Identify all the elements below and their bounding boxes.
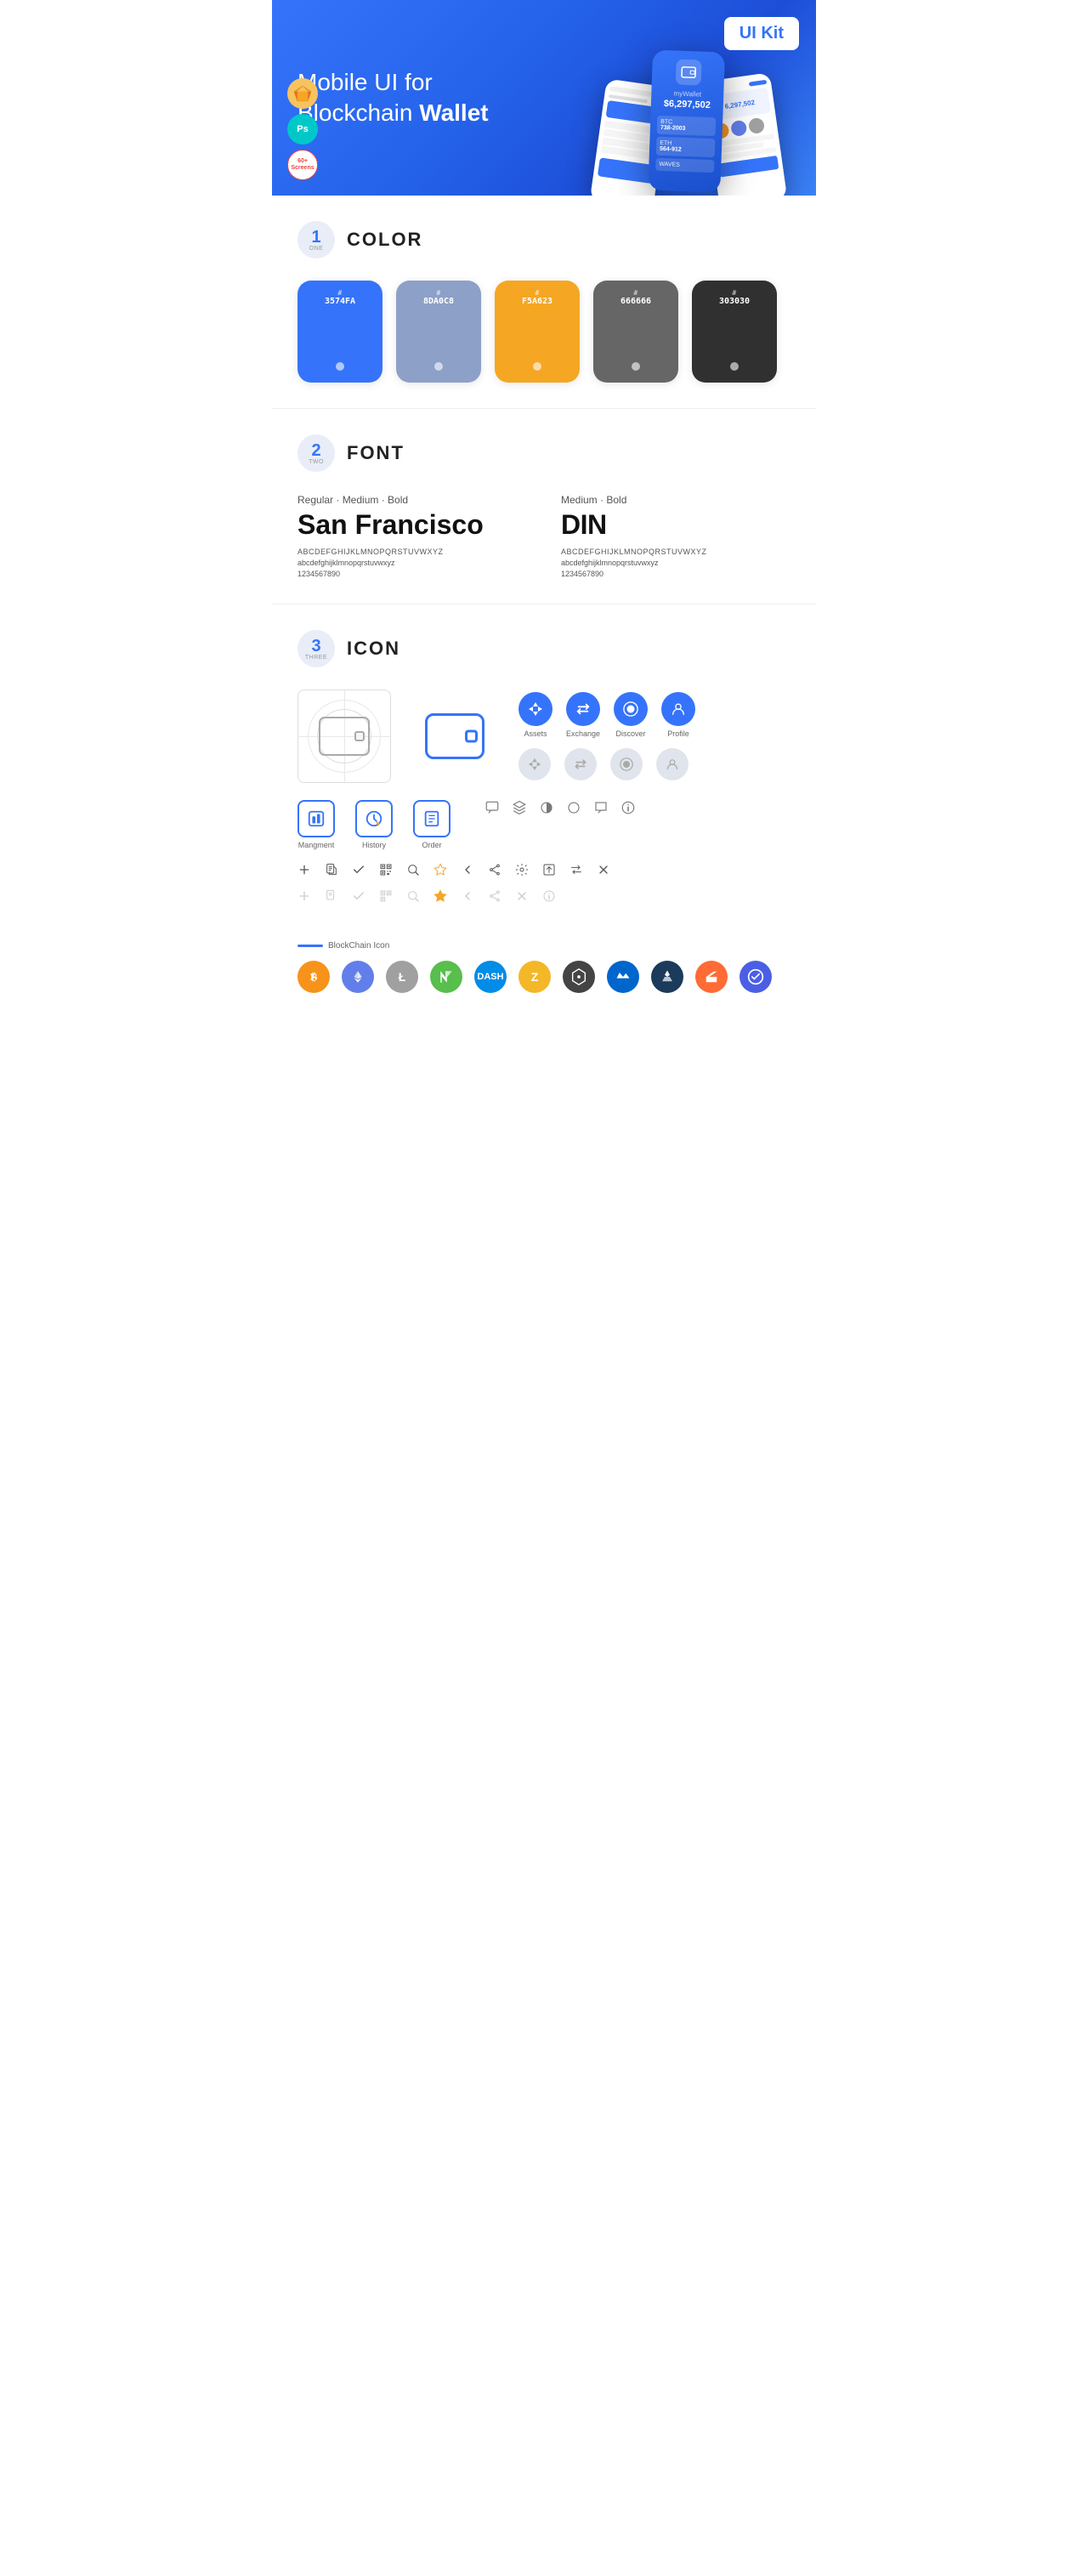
profile-icon — [661, 692, 695, 726]
zrx-icon — [695, 961, 728, 993]
history-icon — [355, 800, 393, 837]
discover-icon — [614, 692, 648, 726]
bottom-nav-history: History — [355, 800, 393, 849]
color-swatch-orange: # F5A623 — [495, 281, 580, 383]
chevron-left-icon-gray — [461, 889, 474, 907]
check-icon-gray — [352, 889, 366, 907]
dash-icon: DASH — [474, 961, 507, 993]
gear-icon — [515, 863, 529, 881]
order-icon — [413, 800, 450, 837]
blockchain-line — [298, 945, 323, 947]
nav-icon-discover-gray — [610, 748, 643, 780]
star-icon — [434, 863, 447, 881]
blockchain-label: BlockChain Icon — [272, 941, 816, 950]
iota-icon — [563, 961, 595, 993]
exchange-icon — [566, 692, 600, 726]
section-number-1: 1 ONE — [298, 221, 335, 258]
search-icon-gray — [406, 889, 420, 907]
discover-icon-gray — [610, 748, 643, 780]
section-number-2: 2 TWO — [298, 434, 335, 472]
toolbar-icons-row-2-gray — [298, 889, 790, 907]
speech-bubble-icon — [593, 800, 609, 820]
nav-icon-profile-gray — [656, 748, 688, 780]
phone-mockup-center: myWallet $6,297,502 BTC 738-2003 ETH 564… — [648, 50, 725, 193]
ps-icon: Ps — [287, 114, 318, 145]
icon-section-content: Assets Exchange — [272, 681, 816, 941]
color-title: COLOR — [347, 229, 422, 251]
btc-icon — [298, 961, 330, 993]
bottom-nav-order: Order — [413, 800, 450, 849]
font-title: FONT — [347, 442, 405, 464]
plus-icon-gray — [298, 889, 311, 907]
nav-icon-assets-gray — [518, 748, 551, 780]
hero-section: Mobile UI for Blockchain Wallet UI Kit P… — [272, 0, 816, 196]
check-icon — [352, 863, 366, 881]
color-swatch-grayblue: # 8DA0C8 — [396, 281, 481, 383]
hero-icons: Ps 60+Screens — [287, 78, 318, 180]
qr-icon — [379, 863, 393, 881]
eth-icon — [342, 961, 374, 993]
wallet-icon-grid-box — [298, 689, 391, 783]
zcash-icon: Z — [518, 961, 551, 993]
crypto-icons-row: Ł DASH Z — [272, 961, 816, 1018]
icon-section-header: 3 THREE ICON — [272, 604, 816, 681]
document-icon — [325, 863, 338, 881]
ltc-icon: Ł — [386, 961, 418, 993]
poly-icon — [740, 961, 772, 993]
section-number-3: 3 THREE — [298, 630, 335, 667]
waves-icon — [607, 961, 639, 993]
management-icon — [298, 800, 335, 837]
nav-icon-exchange: Exchange — [566, 692, 600, 738]
bottom-nav-management: Mangment — [298, 800, 335, 849]
chevron-left-icon — [461, 863, 474, 881]
profile-icon-gray — [656, 748, 688, 780]
color-swatch-blue: # 3574FA — [298, 281, 382, 383]
document-icon-gray — [325, 889, 338, 907]
toolbar-icons-row-1 — [298, 863, 790, 881]
x-icon-gray — [515, 889, 529, 907]
export-icon — [542, 863, 556, 881]
screens-badge: 60+Screens — [287, 150, 318, 180]
color-swatches: # 3574FA # 8DA0C8 # F5A623 # 666666 # 30… — [272, 272, 816, 408]
font-din: Medium · Bold DIN ABCDEFGHIJKLMNOPQRSTUV… — [561, 494, 790, 578]
qr-icon-gray — [379, 889, 393, 907]
assets-icon-gray — [518, 748, 551, 780]
nav-icon-discover: Discover — [614, 692, 648, 738]
color-swatch-dark: # 303030 — [692, 281, 777, 383]
search-icon — [406, 863, 420, 881]
neo-icon — [430, 961, 462, 993]
comment-icon — [484, 800, 500, 820]
color-swatch-gray: # 666666 — [593, 281, 678, 383]
hero-title: Mobile UI for Blockchain Wallet — [298, 67, 536, 129]
font-section-header: 2 TWO FONT — [272, 409, 816, 485]
close-icon — [597, 863, 610, 881]
nav-icons-group: Assets Exchange — [518, 692, 695, 780]
share-icon — [488, 863, 502, 881]
nav-icon-exchange-gray — [564, 748, 597, 780]
nav-icon-assets: Assets — [518, 692, 552, 738]
exchange-icon-gray — [564, 748, 597, 780]
layers-icon — [512, 800, 527, 820]
sketch-icon — [287, 78, 318, 109]
assets-icon — [518, 692, 552, 726]
info-icon-gray — [542, 889, 556, 907]
color-section-header: 1 ONE COLOR — [272, 196, 816, 272]
icon-row-wallet: Assets Exchange — [298, 689, 790, 783]
ui-kit-badge: UI Kit — [724, 17, 799, 50]
star-icon-active — [434, 889, 447, 907]
icon-title: ICON — [347, 638, 400, 660]
font-section-content: Regular · Medium · Bold San Francisco AB… — [272, 485, 816, 604]
kyber-icon — [651, 961, 683, 993]
swap-icon — [570, 863, 583, 881]
font-san-francisco: Regular · Medium · Bold San Francisco AB… — [298, 494, 527, 578]
bottom-nav-icons-row: Mangment History — [298, 800, 790, 849]
nav-icon-profile: Profile — [661, 692, 695, 738]
plus-icon — [298, 863, 311, 881]
circle-icon — [566, 800, 581, 820]
wallet-icon-filled-box — [408, 689, 502, 783]
info-icon — [620, 800, 636, 820]
half-circle-icon — [539, 800, 554, 820]
share-icon-gray — [488, 889, 502, 907]
misc-icons-group — [484, 800, 636, 820]
